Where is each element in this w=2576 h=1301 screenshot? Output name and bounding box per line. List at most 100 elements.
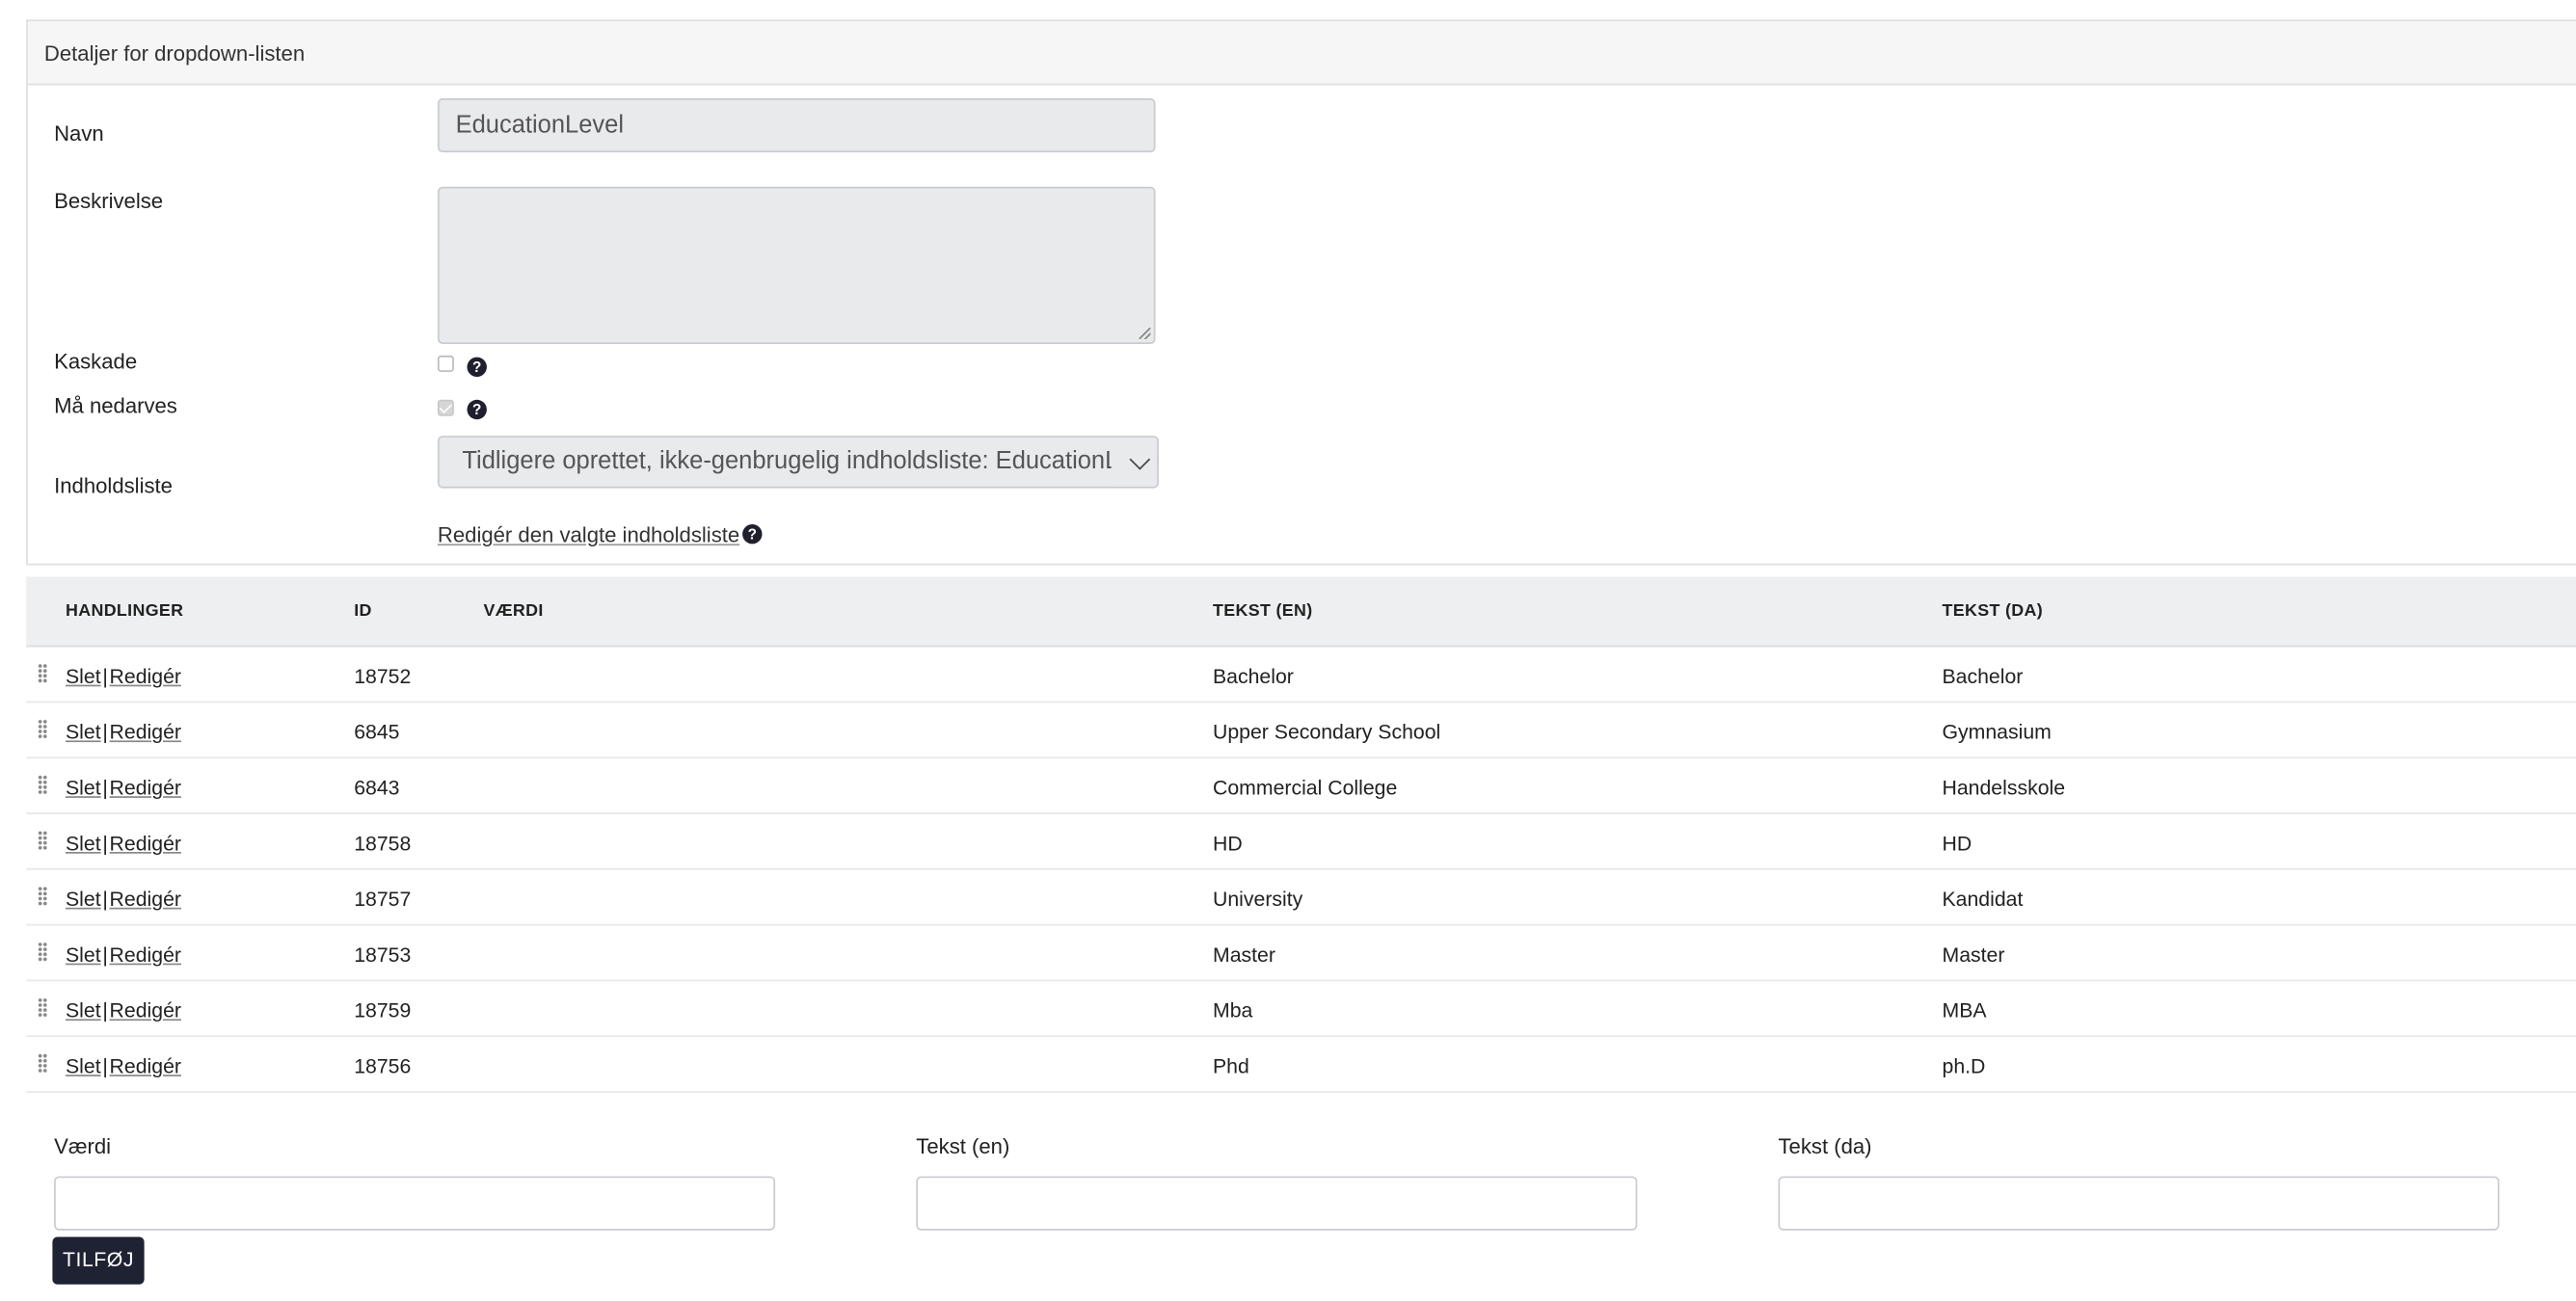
delete-link[interactable]: Slet [66, 943, 101, 967]
row-actions: Slet | Redigér [66, 721, 181, 744]
row-id: 18757 [354, 888, 412, 912]
value-input[interactable] [54, 1176, 776, 1231]
drag-handle-icon[interactable] [38, 997, 48, 1018]
table-row: Slet | Redigér 18753 Master Master [26, 926, 2576, 982]
page: Detaljer for dropdown-listen Navn Educat… [0, 0, 2576, 1301]
delete-link[interactable]: Slet [66, 999, 101, 1022]
row-actions: Slet | Redigér [66, 777, 181, 800]
delete-link[interactable]: Slet [66, 665, 101, 688]
inherit-checkbox[interactable] [437, 399, 454, 416]
edit-link[interactable]: Redigér [110, 721, 181, 744]
values-table: HANDLINGER ID VÆRDI TEKST (EN) TEKST (DA… [26, 576, 2576, 1093]
table-row: Slet | Redigér 18759 Mba MBA [26, 981, 2576, 1038]
delete-link[interactable]: Slet [66, 721, 101, 744]
row-id: 18752 [354, 665, 412, 688]
action-separator: | [102, 999, 108, 1022]
action-separator: | [102, 665, 108, 688]
row-text-en: HD [1213, 832, 1243, 856]
delete-link[interactable]: Slet [66, 777, 101, 800]
row-actions: Slet | Redigér [66, 888, 181, 911]
drag-handle-icon[interactable] [38, 1053, 48, 1074]
edit-link[interactable]: Redigér [110, 999, 181, 1022]
details-panel: Detaljer for dropdown-listen Navn Educat… [26, 19, 2576, 566]
row-id: 18759 [354, 999, 412, 1022]
row-text-en: Phd [1213, 1054, 1249, 1078]
row-actions: Slet | Redigér [66, 943, 181, 967]
text-da-input[interactable] [1778, 1176, 2500, 1231]
text-en-label: Tekst (en) [916, 1133, 1010, 1158]
row-text-en: Commercial College [1213, 776, 1398, 800]
content-list-value: Tidligere oprettet, ikke-genbrugelig ind… [462, 447, 1159, 475]
row-text-en: Upper Secondary School [1213, 721, 1441, 744]
description-field[interactable] [437, 186, 1156, 344]
table-row: Slet | Redigér 18752 Bachelor Bachelor [26, 648, 2576, 704]
action-separator: | [102, 888, 108, 912]
add-button[interactable]: TILFØJ [52, 1236, 145, 1285]
row-text-da: Master [1942, 943, 2005, 967]
action-separator: | [102, 1054, 108, 1078]
row-actions: Slet | Redigér [66, 665, 181, 688]
row-text-da: Gymnasium [1942, 721, 2052, 744]
row-id: 18758 [354, 832, 412, 856]
inherit-label: Må nedarves [54, 393, 177, 418]
header-text-en: TEKST (EN) [1213, 600, 1313, 622]
edit-content-list-link[interactable]: Redigér den valgte indholdsliste [438, 522, 739, 547]
action-separator: | [102, 721, 108, 744]
drag-handle-icon[interactable] [38, 942, 48, 962]
row-text-en: University [1213, 888, 1303, 912]
delete-link[interactable]: Slet [66, 888, 101, 911]
delete-link[interactable]: Slet [66, 1055, 101, 1078]
row-id: 18753 [354, 943, 412, 967]
table-body: Slet | Redigér 18752 Bachelor Bachelor Slet | Re… [26, 648, 2576, 1093]
row-text-da: MBA [1942, 999, 1987, 1022]
row-text-da: Handelsskole [1942, 776, 2066, 800]
edit-link[interactable]: Redigér [110, 665, 181, 688]
edit-list-help-icon[interactable]: ? [742, 524, 763, 544]
edit-link[interactable]: Redigér [110, 833, 181, 856]
description-label: Beskrivelse [54, 188, 164, 214]
row-text-en: Bachelor [1213, 665, 1294, 688]
header-text-da: TEKST (DA) [1942, 600, 2044, 622]
drag-handle-icon[interactable] [38, 775, 48, 795]
text-en-input[interactable] [916, 1176, 1638, 1231]
table-row: Slet | Redigér 6845 Upper Secondary School Gy… [26, 703, 2576, 759]
row-id: 18756 [354, 1054, 412, 1078]
edit-link[interactable]: Redigér [110, 943, 181, 967]
name-field[interactable]: EducationLevel [437, 98, 1156, 153]
content-list-label: Indholdsliste [54, 473, 173, 498]
cascade-help-icon[interactable]: ? [467, 357, 487, 377]
action-separator: | [102, 776, 108, 800]
row-text-da: ph.D [1942, 1054, 1986, 1078]
cascade-checkbox[interactable] [437, 355, 454, 372]
edit-link[interactable]: Redigér [110, 888, 181, 911]
row-text-en: Mba [1213, 999, 1253, 1022]
delete-link[interactable]: Slet [66, 833, 101, 856]
value-label: Værdi [54, 1133, 112, 1158]
name-label: Navn [54, 120, 104, 146]
row-text-da: Bachelor [1942, 665, 2024, 688]
row-actions: Slet | Redigér [66, 999, 181, 1022]
row-text-en: Master [1213, 943, 1275, 967]
drag-handle-icon[interactable] [38, 886, 48, 907]
table-row: Slet | Redigér 6843 Commercial College Handel… [26, 758, 2576, 814]
drag-handle-icon[interactable] [38, 830, 48, 851]
resize-handle-icon[interactable] [1139, 328, 1151, 339]
row-actions: Slet | Redigér [66, 833, 181, 856]
edit-link[interactable]: Redigér [110, 1055, 181, 1078]
header-id: ID [354, 600, 372, 622]
row-actions: Slet | Redigér [66, 1055, 181, 1078]
edit-link[interactable]: Redigér [110, 777, 181, 800]
row-id: 6843 [354, 776, 400, 800]
row-id: 6845 [354, 721, 400, 744]
table-row: Slet | Redigér 18757 University Kandidat [26, 870, 2576, 926]
drag-handle-icon[interactable] [38, 663, 48, 683]
action-separator: | [102, 832, 108, 856]
cascade-label: Kaskade [54, 349, 138, 374]
text-da-label: Tekst (da) [1778, 1133, 1872, 1158]
row-text-da: Kandidat [1942, 888, 2024, 912]
inherit-help-icon[interactable]: ? [467, 399, 487, 420]
panel-title: Detaljer for dropdown-listen [27, 21, 2576, 86]
drag-handle-icon[interactable] [38, 719, 48, 739]
action-separator: | [102, 943, 108, 967]
content-list-select[interactable]: Tidligere oprettet, ikke-genbrugelig ind… [437, 436, 1159, 489]
